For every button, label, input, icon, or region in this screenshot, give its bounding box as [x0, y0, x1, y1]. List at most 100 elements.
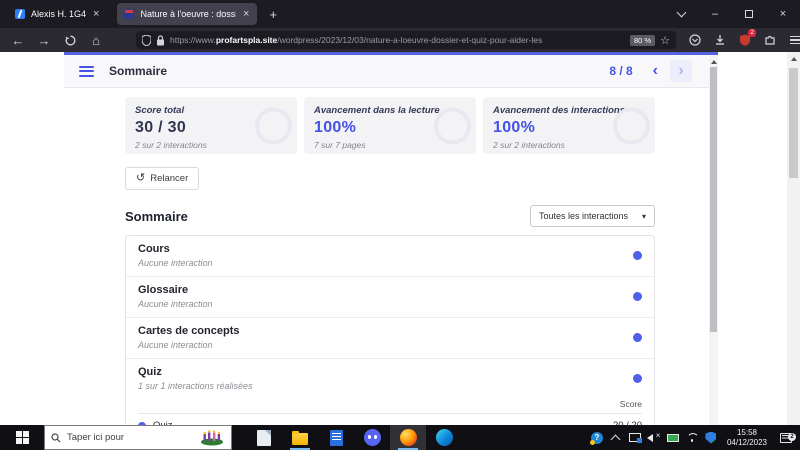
previous-page-button[interactable]: ‹ [653, 63, 658, 79]
writer-document-app-icon[interactable] [318, 425, 354, 450]
close-icon[interactable]: × [242, 8, 250, 20]
list-item-glossaire[interactable]: Glossaire Aucune interaction [126, 277, 654, 318]
discord-app-icon[interactable] [354, 425, 390, 450]
clock-date: 04/12/2023 [726, 437, 767, 447]
list-item-cartes-de-concepts[interactable]: Cartes de concepts Aucune interaction [126, 318, 654, 359]
h5p-header: Sommaire 8 / 8 ‹ › [64, 55, 718, 88]
score-row[interactable]: Quiz 20 / 20 [138, 414, 642, 425]
screen: Alexis H. 1G4 × Nature à l'oeuvre : doss… [0, 0, 800, 450]
security-shield-icon[interactable] [704, 430, 718, 446]
notepad-app-icon[interactable] [246, 425, 282, 450]
url-text: https://www.profartspla.site/wordpress/2… [170, 35, 543, 45]
scroll-up-arrow-icon[interactable] [710, 60, 717, 64]
reload-button[interactable] [58, 30, 82, 50]
file-explorer-icon[interactable] [282, 425, 318, 450]
scrollbar-thumb[interactable] [789, 68, 798, 178]
score-column-header: Score [138, 399, 642, 414]
browser-scrollbar[interactable] [787, 52, 800, 425]
firefox-app-icon[interactable] [390, 425, 426, 450]
scroll-up-arrow-icon[interactable] [790, 57, 797, 61]
h5p-body: Score total 30 / 30 2 sur 2 interactions… [125, 97, 655, 425]
windows-logo-icon [15, 431, 29, 444]
tab-favicon [15, 9, 25, 19]
bookmark-star-icon[interactable]: ☆ [660, 34, 670, 47]
list-item-cours[interactable]: Cours Aucune interaction [126, 236, 654, 277]
windows-taskbar: Taper ici pour ? × 15:58 04/12/2023 2 [0, 425, 800, 450]
reading-progress-card: Avancement dans la lecture 100% 7 sur 7 … [304, 97, 476, 154]
status-dot [633, 292, 642, 301]
tab-title: Nature à l'oeuvre : dossier et q [140, 9, 236, 19]
h5p-interactive-book: Sommaire 8 / 8 ‹ › Score total 30 / 30 2… [64, 52, 718, 425]
close-icon[interactable]: × [92, 8, 100, 20]
edge-app-icon[interactable] [426, 425, 462, 450]
display-project-icon[interactable] [628, 430, 642, 446]
browser-tab-inactive[interactable]: Alexis H. 1G4 × [8, 3, 107, 25]
app-menu-icon[interactable] [784, 30, 800, 50]
progress-ring [255, 107, 292, 144]
zoom-level-badge[interactable]: 80 % [630, 34, 656, 46]
scrollbar-thumb[interactable] [710, 67, 717, 332]
notification-center-icon[interactable]: 2 [776, 432, 796, 443]
item-subtitle: Aucune interaction [138, 258, 213, 268]
extensions-puzzle-icon[interactable] [759, 30, 781, 50]
tab-list-chevron-icon[interactable] [664, 0, 698, 28]
browser-tab-active[interactable]: Nature à l'oeuvre : dossier et q × [117, 3, 258, 25]
item-title: Cartes de concepts [138, 325, 240, 337]
tracking-shield-icon [142, 34, 151, 46]
h5p-scrollbar[interactable] [709, 55, 718, 425]
lock-icon [157, 34, 164, 45]
back-button[interactable]: ← [6, 30, 30, 50]
minimize-button[interactable]: – [698, 0, 732, 28]
clock-time: 15:58 [736, 427, 757, 437]
quiz-score-table: Score Quiz 20 / 20 [138, 399, 642, 425]
adblock-extension-icon[interactable]: 2 [734, 29, 756, 50]
interactions-progress-card: Avancement des interactions 100% 2 sur 2… [483, 97, 655, 154]
notification-badge: 2 [788, 432, 796, 441]
tray-expand-chevron-icon[interactable] [609, 430, 623, 446]
help-tray-icon[interactable]: ? [589, 430, 604, 446]
h5p-menu-icon[interactable] [79, 63, 94, 79]
browser-titlebar: Alexis H. 1G4 × Nature à l'oeuvre : doss… [0, 0, 800, 28]
maximize-button[interactable] [732, 0, 766, 28]
taskbar-search-input[interactable]: Taper ici pour [44, 425, 232, 450]
tab-favicon [124, 9, 135, 19]
item-title: Glossaire [138, 284, 189, 296]
chapter-list: Cours Aucune interaction Glossaire Aucun… [125, 235, 655, 425]
list-item-quiz[interactable]: Quiz 1 sur 1 interactions réalisées Scor… [126, 359, 654, 425]
next-page-button[interactable]: › [670, 60, 692, 82]
item-subtitle: Aucune interaction [138, 340, 213, 350]
battery-icon[interactable] [666, 430, 680, 446]
start-button[interactable] [0, 425, 44, 450]
pocket-icon[interactable] [684, 30, 706, 50]
interactions-filter-dropdown[interactable]: Toutes les interactions ▾ [529, 205, 655, 227]
status-dot [633, 374, 642, 383]
page-viewport: Sommaire 8 / 8 ‹ › Score total 30 / 30 2… [0, 52, 800, 425]
score-total-card: Score total 30 / 30 2 sur 2 interactions [125, 97, 297, 154]
search-placeholder: Taper ici pour [67, 432, 125, 443]
tab-title: Alexis H. 1G4 [31, 9, 87, 19]
home-button[interactable]: ⌂ [84, 30, 108, 50]
system-tray: ? × 15:58 04/12/2023 2 [589, 425, 800, 450]
h5p-menu-label: Sommaire [109, 64, 168, 78]
status-dot [633, 333, 642, 342]
chevron-down-icon: ▾ [641, 211, 646, 221]
item-subtitle: Aucune interaction [138, 299, 213, 309]
extension-badge: 2 [748, 29, 756, 37]
taskbar-app-icons [246, 425, 462, 450]
item-title: Quiz [138, 366, 162, 378]
volume-muted-icon[interactable]: × [647, 430, 661, 446]
url-bar[interactable]: https://www.profartspla.site/wordpress/2… [136, 31, 676, 49]
browser-toolbar: ← → ⌂ https://www.profartspla.site/wordp… [0, 28, 800, 52]
taskbar-clock[interactable]: 15:58 04/12/2023 [723, 428, 771, 448]
forward-button[interactable]: → [32, 30, 56, 50]
close-window-button[interactable]: × [766, 0, 800, 28]
page-counter: 8 / 8 [609, 64, 633, 78]
item-title: Cours [138, 243, 170, 255]
new-tab-button[interactable]: + [259, 7, 287, 22]
downloads-icon[interactable] [709, 30, 731, 50]
restart-button[interactable]: ↺ Relancer [125, 167, 200, 190]
summary-cards: Score total 30 / 30 2 sur 2 interactions… [125, 97, 655, 154]
advent-wreath-icon [201, 430, 223, 446]
summary-section-header: Sommaire Toutes les interactions ▾ [125, 205, 655, 227]
wifi-icon[interactable] [685, 430, 699, 446]
